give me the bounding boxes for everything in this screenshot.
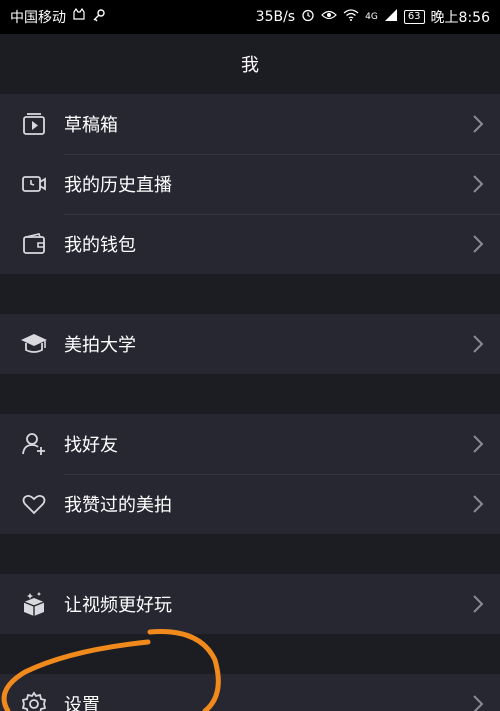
menu-item-liked-videos[interactable]: 我赞过的美拍 (0, 474, 500, 534)
chevron-right-icon (470, 332, 486, 356)
section-divider (0, 274, 500, 314)
menu-item-label: 我赞过的美拍 (64, 495, 172, 516)
wifi-icon (343, 9, 359, 25)
section-divider (0, 634, 500, 674)
page-header: 我 (0, 34, 500, 94)
key-icon (92, 8, 106, 26)
menu-item-meipai-university[interactable]: 美拍大学 (0, 314, 500, 374)
status-left: 中国移动 (10, 7, 106, 27)
menu-item-history-live[interactable]: 我的历史直播 (0, 154, 500, 214)
menu-item-label: 我的历史直播 (64, 175, 172, 196)
chevron-right-icon (470, 692, 486, 711)
wallet-icon (20, 230, 48, 258)
menu-group-3: 找好友 我赞过的美拍 (0, 414, 500, 534)
chevron-right-icon (470, 492, 486, 516)
chevron-right-icon (470, 112, 486, 136)
chevron-right-icon (470, 592, 486, 616)
magic-box-icon (20, 590, 48, 618)
video-camera-icon (20, 170, 48, 198)
menu-item-find-friends[interactable]: 找好友 (0, 414, 500, 474)
menu-item-fun-videos[interactable]: 让视频更好玩 (0, 574, 500, 634)
graduation-cap-icon (20, 330, 48, 358)
network-speed: 35B/s (255, 9, 296, 25)
menu-item-label: 我的钱包 (64, 235, 136, 256)
menu-item-drafts[interactable]: 草稿箱 (0, 94, 500, 154)
chevron-right-icon (470, 172, 486, 196)
menu-group-5: 设置 (0, 674, 500, 711)
heart-icon (20, 490, 48, 518)
menu-group-4: 让视频更好玩 (0, 574, 500, 634)
menu-group-2: 美拍大学 (0, 314, 500, 374)
chevron-right-icon (470, 232, 486, 256)
drafts-play-icon (20, 110, 48, 138)
add-friend-icon (20, 430, 48, 458)
menu-group-1: 草稿箱 我的历史直播 我的钱包 (0, 94, 500, 274)
menu-list: 草稿箱 我的历史直播 我的钱包 美拍大学 找好友 我赞过的美拍 让视频更好玩 设… (0, 94, 500, 711)
gear-icon (20, 690, 48, 711)
eye-icon (321, 9, 337, 25)
section-divider (0, 534, 500, 574)
cat-icon (72, 7, 86, 26)
chevron-right-icon (470, 432, 486, 456)
menu-item-label: 让视频更好玩 (64, 595, 172, 616)
battery-indicator: 63 (403, 10, 425, 24)
page-title: 我 (241, 55, 259, 76)
clock-time: 晚上8:56 (430, 10, 490, 26)
menu-item-label: 草稿箱 (64, 115, 118, 136)
carrier-text: 中国移动 (10, 10, 66, 26)
menu-item-label: 找好友 (64, 435, 118, 456)
menu-item-label: 设置 (64, 695, 100, 711)
menu-item-label: 美拍大学 (64, 335, 136, 356)
section-divider (0, 374, 500, 414)
status-right: 35B/s 4G 63 晚上8:56 (256, 7, 490, 27)
alarm-icon (301, 8, 315, 26)
status-bar: 中国移动 35B/s 4G 63 晚上8:56 (0, 0, 500, 34)
signal-icon (384, 9, 398, 25)
menu-item-settings[interactable]: 设置 (0, 674, 500, 711)
menu-item-wallet[interactable]: 我的钱包 (0, 214, 500, 274)
network-type: 4G (365, 12, 378, 22)
